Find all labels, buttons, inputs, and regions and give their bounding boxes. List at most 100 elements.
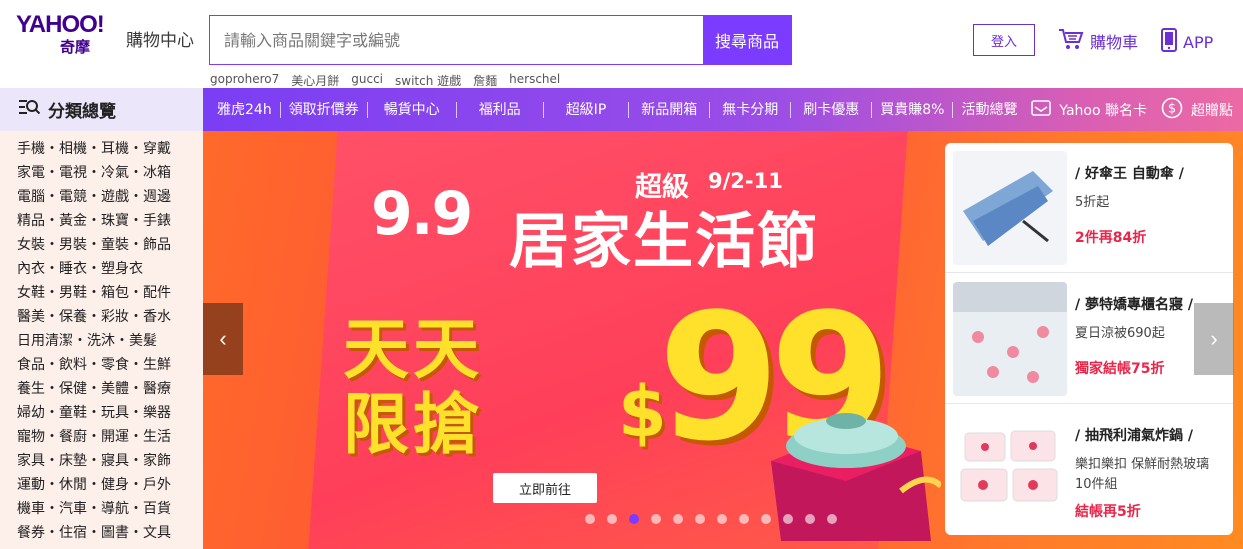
sidebar-item[interactable]: 婦幼・童鞋・玩具・樂器 bbox=[0, 401, 203, 425]
hot-search-terms: goprohero7 美心月餅 gucci switch 遊戲 詹麵 hersc… bbox=[210, 72, 560, 89]
store-name[interactable]: 購物中心 bbox=[126, 26, 194, 51]
banner-99-logo: 9.9 bbox=[371, 179, 473, 249]
carousel-dots bbox=[585, 514, 837, 524]
sidebar-item[interactable]: 家電・電視・冷氣・冰箱 bbox=[0, 161, 203, 185]
banner-cta-button[interactable]: 立即前往 bbox=[493, 473, 597, 503]
carousel-dot[interactable] bbox=[695, 514, 705, 524]
promo-card-title: / 抽飛利浦氣炸鍋 / bbox=[1075, 428, 1193, 444]
bonus-points-link[interactable]: $ 超贈點 bbox=[1161, 97, 1233, 123]
banner-next-button[interactable]: › bbox=[1194, 303, 1234, 375]
app-label: APP bbox=[1183, 32, 1214, 52]
promo-card-discount: 結帳再5折 bbox=[1075, 504, 1141, 520]
sidebar-item[interactable]: 手機・相機・耳機・穿戴 bbox=[0, 137, 203, 161]
search-button[interactable]: 搜尋商品 bbox=[703, 16, 791, 64]
promo-card-discount: 獨家結帳75折 bbox=[1075, 361, 1165, 377]
promo-card-title: / 夢特嬌專櫃名寢 / bbox=[1075, 297, 1193, 313]
hot-term[interactable]: gucci bbox=[351, 72, 383, 89]
login-button[interactable]: 登入 bbox=[973, 24, 1035, 56]
category-overview[interactable]: 分類總覽 bbox=[0, 88, 203, 131]
nav-link[interactable]: 活動總覽 bbox=[953, 102, 1025, 118]
nav-link[interactable]: 無卡分期 bbox=[710, 101, 792, 118]
chevron-left-icon: ‹ bbox=[219, 326, 227, 351]
banner-date: 9/2-11 bbox=[708, 169, 783, 193]
sidebar-item[interactable]: 養生・保健・美體・醫療 bbox=[0, 377, 203, 401]
promo-cards: / 好傘王 自動傘 / 5折起 2件再84折 / 夢特嬌專櫃名寢 / 夏日涼被6… bbox=[945, 143, 1233, 535]
sidebar-item[interactable]: 醫美・保養・彩妝・香水 bbox=[0, 305, 203, 329]
carousel-dot[interactable] bbox=[805, 514, 815, 524]
menu-search-icon bbox=[18, 98, 41, 121]
promo-card-discount: 2件再84折 bbox=[1075, 230, 1147, 246]
hot-term[interactable]: goprohero7 bbox=[210, 72, 279, 89]
sidebar-item[interactable]: 日用清潔・洗沐・美髮 bbox=[0, 329, 203, 353]
phone-icon bbox=[1161, 28, 1177, 56]
promo-card[interactable]: / 夢特嬌專櫃名寢 / 夏日涼被690起 獨家結帳75折 bbox=[945, 274, 1233, 404]
header: YAHOO! 奇摩 購物中心 搜尋商品 goprohero7 美心月餅 gucc… bbox=[0, 0, 1243, 88]
dollar-coin-icon: $ bbox=[1161, 97, 1183, 123]
chevron-right-icon: › bbox=[1210, 326, 1218, 351]
yahoo-logo[interactable]: YAHOO! 奇摩 bbox=[16, 12, 120, 62]
carousel-dot[interactable] bbox=[783, 514, 793, 524]
search-input[interactable] bbox=[210, 16, 703, 64]
svg-text:$: $ bbox=[1168, 101, 1176, 116]
sidebar-item[interactable]: 內衣・睡衣・塑身衣 bbox=[0, 257, 203, 281]
cart-label: 購物車 bbox=[1090, 33, 1139, 52]
nav-link[interactable]: 雅虎24h bbox=[203, 101, 281, 118]
nav-right: Yahoo 聯名卡 $ 超贈點 bbox=[1031, 88, 1233, 131]
page: YAHOO! 奇摩 購物中心 搜尋商品 goprohero7 美心月餅 gucc… bbox=[0, 0, 1243, 549]
sidebar-item[interactable]: 電腦・電競・遊戲・週邊 bbox=[0, 185, 203, 209]
carousel-dot[interactable] bbox=[717, 514, 727, 524]
nav-link[interactable]: 福利品 bbox=[457, 101, 544, 118]
carousel-dot[interactable] bbox=[673, 514, 683, 524]
hot-term[interactable]: 美心月餅 bbox=[291, 72, 339, 89]
yahoo-card-link[interactable]: Yahoo 聯名卡 bbox=[1031, 99, 1147, 120]
hot-term[interactable]: switch 遊戲 bbox=[395, 72, 461, 89]
cart-icon bbox=[1058, 28, 1084, 54]
card-icon bbox=[1031, 99, 1052, 120]
nav-link[interactable]: 新品開箱 bbox=[629, 101, 711, 118]
carousel-dot[interactable] bbox=[827, 514, 837, 524]
nav-links: 雅虎24h 領取折價券 暢貨中心 福利品 超級IP 新品開箱 無卡分期 刷卡優惠… bbox=[203, 88, 1243, 131]
search-bar: 搜尋商品 bbox=[209, 15, 792, 65]
carousel-dot[interactable] bbox=[585, 514, 595, 524]
sidebar-item[interactable]: 精品・黃金・珠寶・手錶 bbox=[0, 209, 203, 233]
bedding-product-image bbox=[953, 282, 1067, 396]
logo-main-text: YAHOO! bbox=[16, 11, 105, 38]
nav-link[interactable]: 買貴賺8% bbox=[872, 101, 954, 118]
bonus-points-label: 超贈點 bbox=[1191, 102, 1233, 119]
sidebar-item[interactable]: 家具・床墊・寢具・家飾 bbox=[0, 449, 203, 473]
glass-container-product-image bbox=[953, 413, 1067, 527]
sidebar-item[interactable]: 女鞋・男鞋・箱包・配件 bbox=[0, 281, 203, 305]
banner-prev-button[interactable]: ‹ bbox=[203, 303, 243, 375]
promo-card[interactable]: / 好傘王 自動傘 / 5折起 2件再84折 bbox=[945, 143, 1233, 273]
promo-card-desc: 樂扣樂扣 保鮮耐熱玻璃10件組 bbox=[1075, 457, 1210, 492]
yahoo-card-label: Yahoo 聯名卡 bbox=[1059, 102, 1147, 119]
navbar: 分類總覽 雅虎24h 領取折價券 暢貨中心 福利品 超級IP 新品開箱 無卡分期… bbox=[0, 88, 1243, 131]
promo-card-desc: 5折起 bbox=[1075, 195, 1110, 210]
carousel-dot[interactable] bbox=[739, 514, 749, 524]
category-sidebar: 手機・相機・耳機・穿戴 家電・電視・冷氣・冰箱 電腦・電競・遊戲・週邊 精品・黃… bbox=[0, 131, 203, 549]
hot-term[interactable]: herschel bbox=[509, 72, 560, 89]
logo-sub-text: 奇摩 bbox=[60, 38, 91, 56]
carousel-dot[interactable] bbox=[761, 514, 771, 524]
carousel-dot[interactable] bbox=[607, 514, 617, 524]
nav-link[interactable]: 刷卡優惠 bbox=[791, 101, 873, 118]
umbrella-product-image bbox=[953, 151, 1067, 265]
promo-card-title: / 好傘王 自動傘 / bbox=[1075, 166, 1184, 182]
banner-line2: 限搶 bbox=[343, 386, 483, 463]
sidebar-item[interactable]: 食品・飲料・零食・生鮮 bbox=[0, 353, 203, 377]
promo-card[interactable]: / 抽飛利浦氣炸鍋 / 樂扣樂扣 保鮮耐熱玻璃10件組 結帳再5折 bbox=[945, 405, 1233, 535]
carousel-dot[interactable] bbox=[651, 514, 661, 524]
app-link[interactable]: APP bbox=[1161, 28, 1213, 56]
nav-link[interactable]: 暢貨中心 bbox=[368, 101, 457, 118]
sidebar-item[interactable]: 女裝・男裝・童裝・飾品 bbox=[0, 233, 203, 257]
nav-link[interactable]: 領取折價券 bbox=[281, 101, 368, 118]
hot-term[interactable]: 詹麵 bbox=[473, 72, 497, 89]
sidebar-item[interactable]: 機車・汽車・導航・百貨 bbox=[0, 497, 203, 521]
nav-link[interactable]: 超級IP bbox=[544, 101, 630, 118]
sidebar-item[interactable]: 餐券・住宿・圖書・文具 bbox=[0, 521, 203, 545]
sidebar-item[interactable]: 運動・休閒・健身・戶外 bbox=[0, 473, 203, 497]
sidebar-item[interactable]: 寵物・餐廚・開運・生活 bbox=[0, 425, 203, 449]
carousel-dot[interactable] bbox=[629, 514, 639, 524]
cart-link[interactable]: 購物車 bbox=[1058, 28, 1138, 54]
category-title: 分類總覽 bbox=[48, 102, 116, 122]
